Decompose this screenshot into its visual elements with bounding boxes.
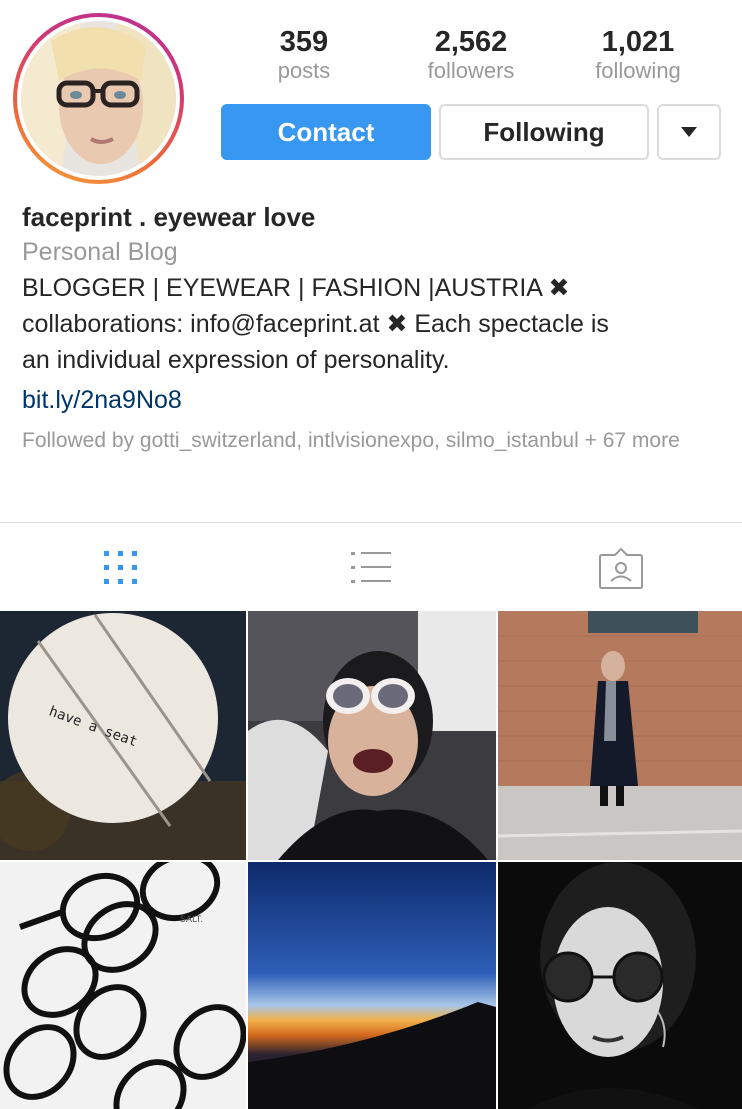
profile-bio: faceprint . eyewear love Personal Blog B…: [22, 200, 732, 455]
post-thumbnail[interactable]: [248, 862, 496, 1109]
following-count: 1,021: [601, 26, 675, 58]
followed-by-text[interactable]: Followed by gotti_switzerland, intlvisio…: [22, 426, 722, 455]
post-image: [248, 862, 496, 1109]
profile-avatar[interactable]: [13, 13, 184, 184]
posts-count: 359: [279, 26, 329, 58]
post-image: [248, 611, 496, 860]
post-image: have a seat: [0, 611, 246, 860]
followers-count: 2,562: [434, 26, 508, 58]
chevron-down-icon: [681, 127, 697, 137]
post-thumbnail[interactable]: [498, 611, 742, 860]
profile-category: Personal Blog: [22, 238, 178, 266]
contact-button[interactable]: Contact: [221, 104, 431, 160]
stat-posts[interactable]: 359 posts: [234, 26, 374, 84]
list-icon: [351, 552, 391, 583]
stat-followers[interactable]: 2,562 followers: [401, 26, 541, 84]
post-image: SALT.: [0, 862, 246, 1109]
tab-tagged[interactable]: [591, 541, 651, 595]
followers-label: followers: [427, 58, 515, 83]
profile-name: faceprint . eyewear love: [22, 202, 316, 232]
following-button[interactable]: Following: [439, 104, 649, 160]
more-options-button[interactable]: [657, 104, 721, 160]
stat-following[interactable]: 1,021 following: [568, 26, 708, 84]
tab-list[interactable]: [341, 541, 401, 595]
bio-line: BLOGGER | EYEWEAR | FASHION |AUSTRIA ✖: [22, 274, 570, 302]
post-thumbnail[interactable]: have a seat: [0, 611, 246, 860]
post-image: [498, 611, 742, 860]
profile-website-link[interactable]: bit.ly/2na9No8: [22, 380, 732, 420]
post-image: [498, 862, 742, 1109]
following-label: following: [595, 58, 681, 83]
bio-line: collaborations: info@faceprint.at ✖ Each…: [22, 310, 609, 338]
profile-header: 359 posts 2,562 followers 1,021 followin…: [0, 0, 742, 200]
view-tabs: [0, 523, 742, 611]
tagged-icon: [599, 547, 643, 589]
bio-line: an individual expression of personality.: [22, 346, 450, 374]
posts-grid: have a seat SALT.: [0, 611, 742, 1109]
post-thumbnail[interactable]: [248, 611, 496, 860]
post-brand-text: SALT.: [180, 915, 203, 925]
post-thumbnail[interactable]: SALT.: [0, 862, 246, 1109]
avatar-photo: [21, 21, 176, 176]
avatar-border: [17, 17, 180, 180]
grid-icon: [104, 551, 137, 584]
profile-stats: 359 posts 2,562 followers 1,021 followin…: [222, 26, 722, 86]
tab-grid[interactable]: [91, 541, 151, 595]
posts-label: posts: [277, 58, 331, 83]
post-thumbnail[interactable]: [498, 862, 742, 1109]
